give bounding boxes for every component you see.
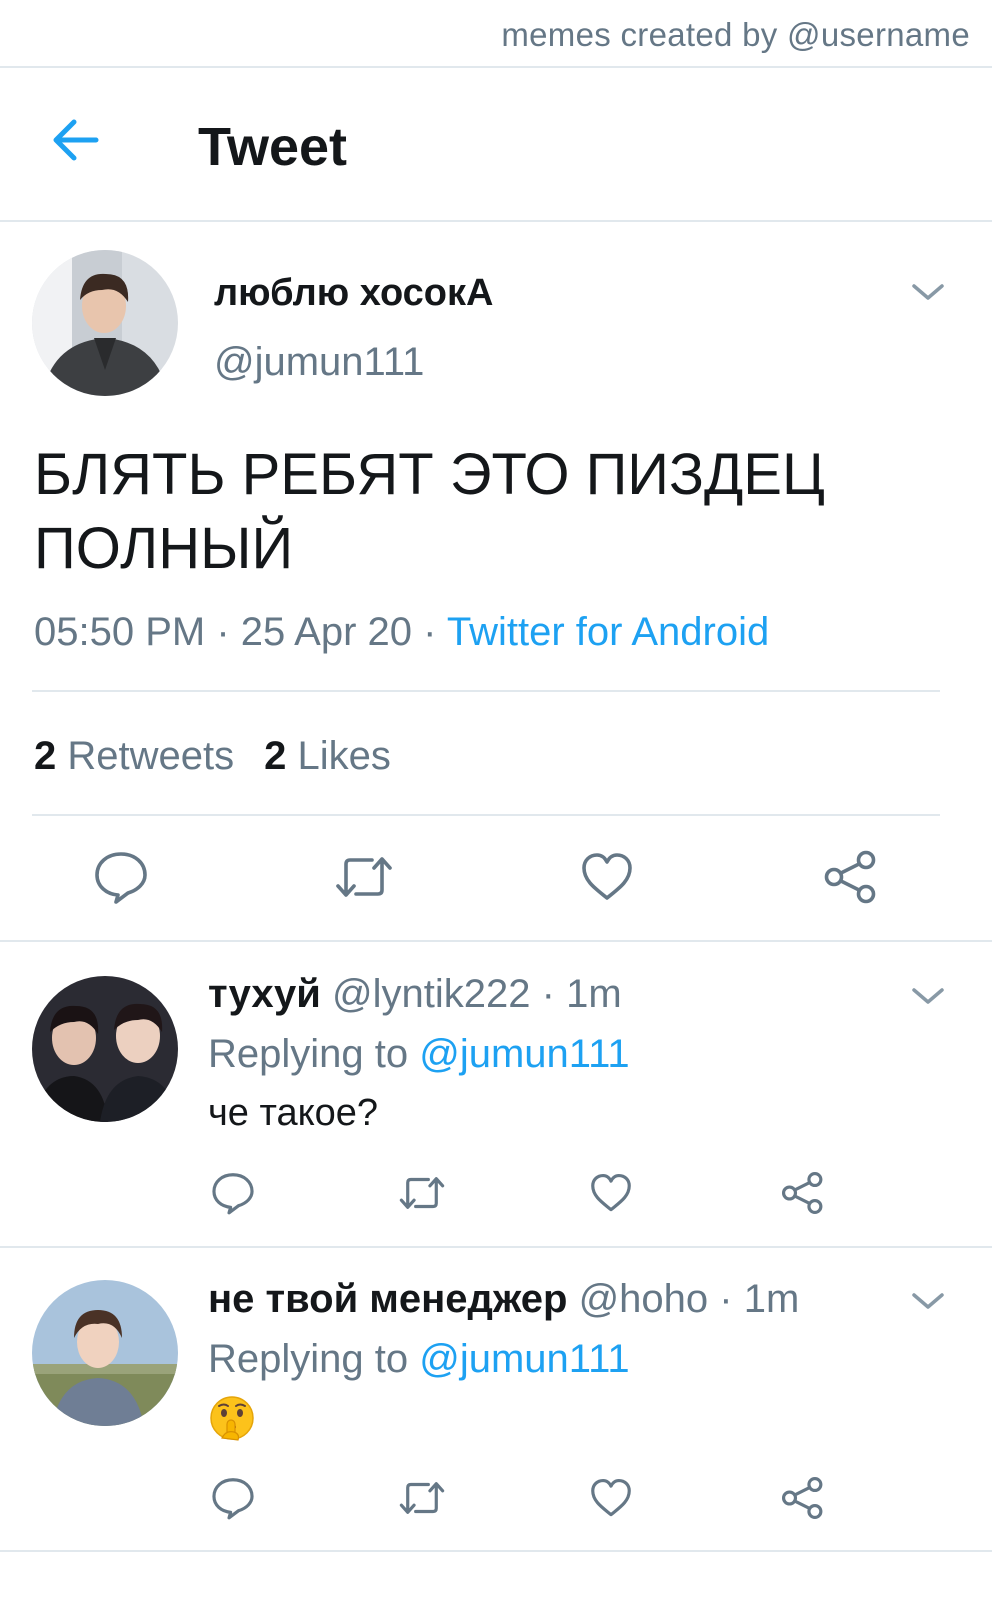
- top-header: Tweet: [0, 68, 992, 222]
- retweet-button[interactable]: [332, 848, 396, 911]
- replying-to-label: Replying to: [208, 1337, 409, 1381]
- chevron-down-icon: [912, 988, 944, 1004]
- speech-bubble-icon: [95, 852, 147, 904]
- like-button[interactable]: [578, 848, 636, 911]
- more-options-button[interactable]: [910, 984, 946, 1008]
- retweet-button[interactable]: [396, 1475, 448, 1526]
- divider: [32, 814, 940, 816]
- meta-separator: ·: [216, 610, 241, 654]
- likes-label: Likes: [297, 734, 391, 778]
- watermark-bar: memes created by @username: [0, 0, 992, 68]
- like-button[interactable]: [588, 1475, 634, 1526]
- reply-time: 1m: [566, 972, 622, 1016]
- heart-icon: [591, 1478, 631, 1517]
- chevron-down-icon: [912, 1293, 944, 1309]
- reply-button[interactable]: [210, 1170, 256, 1221]
- author-handle[interactable]: @jumun111: [214, 340, 424, 385]
- share-icon: [824, 850, 876, 904]
- divider: [32, 690, 940, 692]
- page-title: Tweet: [198, 117, 348, 177]
- retweet-icon: [336, 857, 392, 897]
- more-options-button[interactable]: [910, 1289, 946, 1313]
- avatar[interactable]: [32, 250, 178, 396]
- back-button[interactable]: [48, 112, 104, 168]
- retweets-label: Retweets: [67, 734, 235, 778]
- reply-time: 1m: [743, 1277, 800, 1321]
- likes-stat[interactable]: 2 Likes: [264, 734, 391, 778]
- tweet-text: БЛЯТЬ РЕБЯТ ЭТО ПИЗДЕЦ ПОЛНЫЙ: [34, 442, 825, 581]
- tweet-source-link[interactable]: Twitter for Android: [447, 610, 769, 654]
- share-button[interactable]: [822, 848, 880, 911]
- retweets-stat[interactable]: 2 Retweets: [34, 734, 234, 778]
- divider: [0, 1246, 992, 1248]
- tweet-date: 25 Apr 20: [240, 610, 413, 654]
- reply-button[interactable]: [92, 848, 150, 911]
- reply-author-name[interactable]: тухуй: [208, 972, 321, 1016]
- heart-icon: [591, 1173, 631, 1212]
- reply-text: че такое?: [208, 1092, 379, 1134]
- reply-header: не твой менеджер @hoho · 1m: [208, 1277, 799, 1322]
- avatar[interactable]: [32, 976, 178, 1122]
- avatar[interactable]: [32, 1280, 178, 1426]
- replying-to-label: Replying to: [208, 1032, 409, 1076]
- meta-separator: ·: [423, 610, 447, 654]
- divider: [0, 940, 992, 942]
- author-name[interactable]: люблю хосокА: [214, 272, 493, 315]
- speech-bubble-icon: [212, 1478, 254, 1520]
- divider: [0, 1550, 992, 1552]
- heart-icon: [582, 853, 632, 900]
- reply-header: тухуй @lyntik222 · 1m: [208, 972, 622, 1017]
- replying-to-mention[interactable]: @jumun111: [419, 1337, 629, 1381]
- arrow-left-icon: [53, 119, 99, 161]
- speech-bubble-icon: [212, 1173, 254, 1215]
- tweet-meta: 05:50 PM · 25 Apr 20 · Twitter for Andro…: [34, 610, 769, 655]
- replying-to: Replying to @jumun111: [208, 1032, 630, 1077]
- likes-count: 2: [264, 734, 287, 778]
- retweet-icon: [399, 1177, 445, 1209]
- more-options-button[interactable]: [910, 280, 946, 304]
- retweet-icon: [399, 1482, 445, 1514]
- replying-to-mention[interactable]: @jumun111: [419, 1032, 629, 1076]
- meta-separator: ·: [541, 972, 555, 1016]
- reply-author-name[interactable]: не твой менеджер: [208, 1277, 567, 1321]
- replying-to: Replying to @jumun111: [208, 1337, 630, 1382]
- share-icon: [781, 1476, 823, 1520]
- reply-author-handle[interactable]: @lyntik222: [332, 972, 530, 1016]
- like-button[interactable]: [588, 1170, 634, 1221]
- retweet-button[interactable]: [396, 1170, 448, 1221]
- watermark-text: memes created by @username: [501, 16, 970, 53]
- retweets-count: 2: [34, 734, 57, 778]
- reply-author-handle[interactable]: @hoho: [579, 1277, 709, 1321]
- chevron-down-icon: [912, 284, 944, 300]
- tweet-stats: 2 Retweets 2 Likes: [34, 734, 391, 779]
- tweet-time: 05:50 PM: [34, 610, 206, 654]
- share-button[interactable]: [780, 1475, 826, 1526]
- reply-button[interactable]: [210, 1475, 256, 1526]
- share-button[interactable]: [780, 1170, 826, 1221]
- share-icon: [781, 1171, 823, 1215]
- reply-emoji: 🤫: [208, 1394, 256, 1442]
- meta-separator: ·: [719, 1277, 733, 1321]
